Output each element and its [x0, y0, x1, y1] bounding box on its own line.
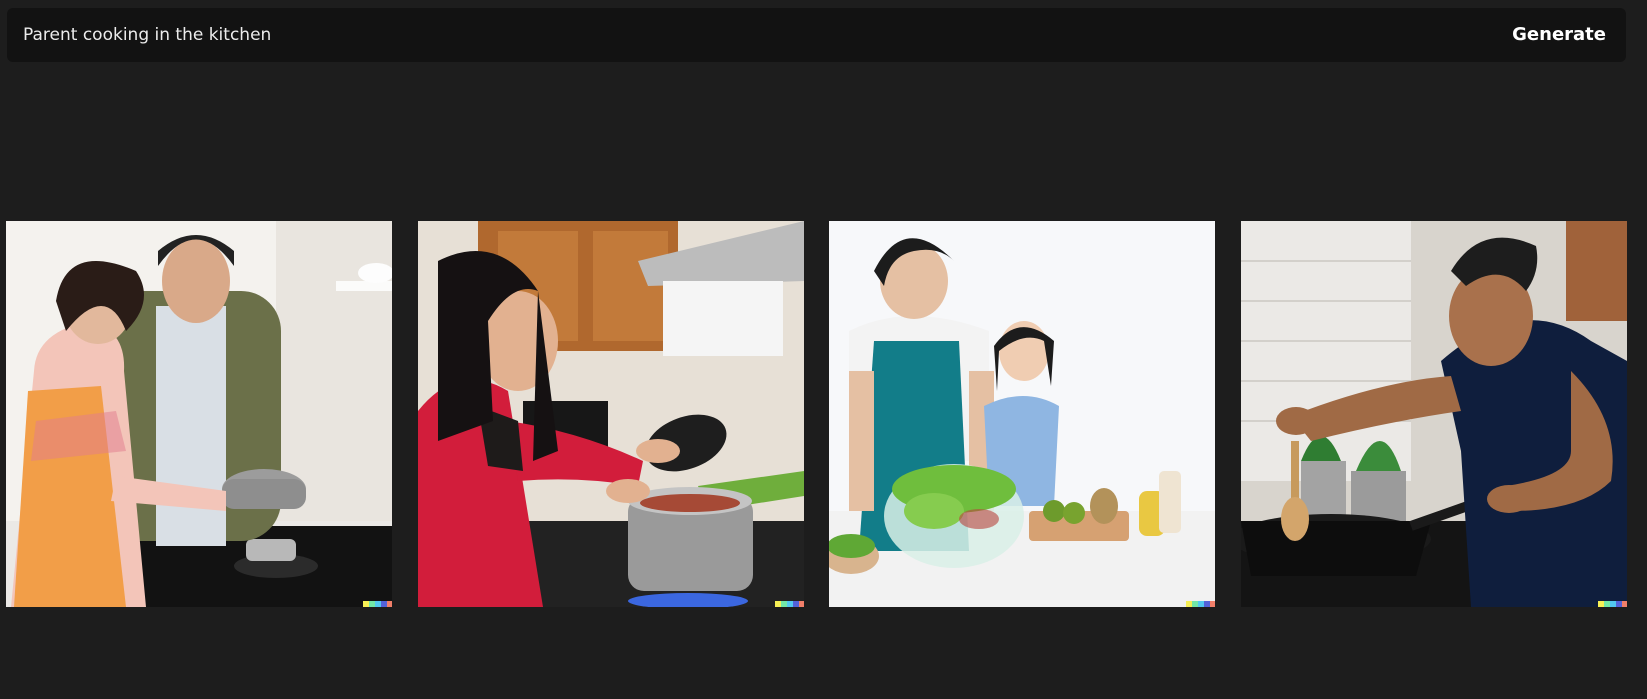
signature-swatch: [1186, 601, 1192, 607]
generate-button[interactable]: Generate: [1512, 8, 1606, 62]
generated-image-3[interactable]: [829, 221, 1215, 607]
signature-swatch: [1610, 601, 1616, 607]
signature-swatch: [375, 601, 381, 607]
prompt-input[interactable]: Parent cooking in the kitchen: [23, 8, 1403, 62]
generated-image-1[interactable]: [6, 221, 392, 607]
signature-swatch: [799, 601, 804, 607]
signature-swatch: [793, 601, 799, 607]
image-couple-cooking: [6, 221, 392, 607]
signature-swatch: [363, 601, 369, 607]
signature-swatch: [1622, 601, 1627, 607]
image-man-cooking: [1241, 221, 1627, 607]
signature-swatch: [1204, 601, 1210, 607]
signature-swatch: [387, 601, 392, 607]
signature-swatch: [1616, 601, 1622, 607]
prompt-bar: Parent cooking in the kitchen Generate: [7, 8, 1626, 62]
image-gallery: [0, 221, 1647, 607]
signature-swatch: [369, 601, 375, 607]
image-woman-cooking: [418, 221, 804, 607]
signature-swatch: [781, 601, 787, 607]
signature-swatch: [787, 601, 793, 607]
signature-swatch: [1604, 601, 1610, 607]
image-salad-making: [829, 221, 1215, 607]
generated-image-4[interactable]: [1241, 221, 1627, 607]
signature-swatch: [775, 601, 781, 607]
generated-image-2[interactable]: [418, 221, 804, 607]
signature-swatch: [1192, 601, 1198, 607]
signature-swatch: [1598, 601, 1604, 607]
signature-swatch: [381, 601, 387, 607]
signature-swatch: [1210, 601, 1215, 607]
signature-swatch: [1198, 601, 1204, 607]
